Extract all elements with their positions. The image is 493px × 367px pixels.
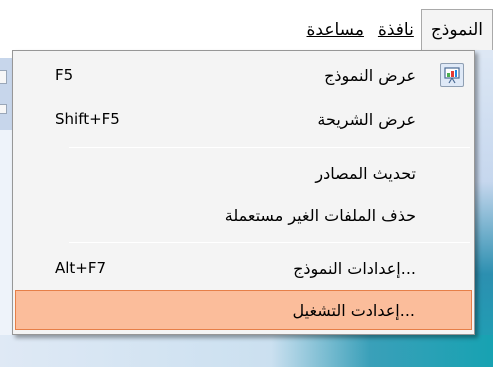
menu-item-update-sources[interactable]: تحديث المصادر [15,153,472,193]
presentation-icon [440,63,464,87]
menu-model-label: النموذج [430,20,483,40]
menu-item-label: عرض الشريحة [317,109,416,129]
background-window-bottom [0,335,493,367]
menu-item-delete-unused-files[interactable]: حذف الملفات الغير مستعملة [15,195,472,235]
background-toolbar-fragment [0,70,7,84]
menu-item-model-settings[interactable]: ...إعدادات النموذج Alt+F7 [15,248,472,288]
model-dropdown-menu: عرض النموذج F5 عرض الشريحة Shift+F5 تحدي… [12,50,475,335]
screen: النموذج نافذة مساعدة عرض النموذج F5 عرض … [0,0,493,367]
menubar: النموذج نافذة مساعدة [0,0,493,50]
menu-item-shortcut: F5 [55,66,74,84]
menu-separator [69,147,470,148]
menu-window-label: نافذة [377,20,414,40]
menu-item-label: حذف الملفات الغير مستعملة [224,205,416,225]
menu-item-view-model[interactable]: عرض النموذج F5 [15,55,472,95]
background-window-right [474,58,493,367]
menu-item-view-slide[interactable]: عرض الشريحة Shift+F5 [15,99,472,139]
menu-separator [69,242,470,243]
menu-item-shortcut: Alt+F7 [55,259,107,277]
menu-item-label: عرض النموذج [324,65,416,85]
menu-item-label: تحديث المصادر [315,163,416,183]
background-ruler-fragment [0,104,7,114]
menu-window[interactable]: نافذة [371,10,421,50]
menu-item-run-settings[interactable]: ...إعدادت التشغيل [15,290,472,330]
menu-item-label: ...إعدادات النموذج [293,258,416,278]
menu-help[interactable]: مساعدة [300,10,371,50]
menu-item-shortcut: Shift+F5 [55,110,120,128]
menu-help-label: مساعدة [306,20,364,40]
menu-model[interactable]: النموذج [420,9,493,50]
menu-item-label: ...إعدادت التشغيل [292,300,415,320]
